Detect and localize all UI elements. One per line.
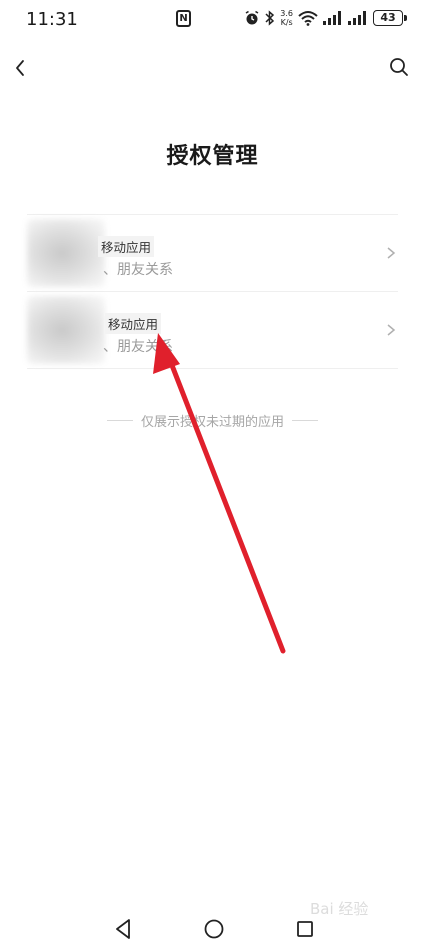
authorized-app-list: 移动应用 、朋友关系 移动应用 、朋友关系 bbox=[27, 214, 398, 369]
divider-line bbox=[106, 420, 133, 421]
search-icon[interactable] bbox=[385, 53, 413, 81]
chevron-right-icon bbox=[387, 324, 396, 336]
app-name: 移动应用 bbox=[105, 313, 162, 334]
signal-icon-2 bbox=[348, 11, 366, 25]
wifi-icon bbox=[298, 11, 318, 26]
nfc-icon: N bbox=[176, 10, 191, 27]
chevron-right-icon bbox=[387, 247, 396, 259]
status-icons: 3.6 K/s 43 bbox=[244, 9, 407, 27]
watermark: Bai 经验 bbox=[310, 900, 369, 918]
app-scope: 、朋友关系 bbox=[103, 339, 173, 355]
footer-note: 仅展示授权未过期的应用 bbox=[0, 411, 425, 430]
network-speed-value: 3.6 bbox=[280, 9, 293, 18]
status-time: 11:31 bbox=[26, 9, 78, 30]
top-nav bbox=[0, 48, 425, 88]
signal-icon-1 bbox=[323, 11, 341, 25]
footer-note-text: 仅展示授权未过期的应用 bbox=[140, 415, 284, 430]
network-speed: 3.6 K/s bbox=[280, 9, 293, 27]
divider-line bbox=[292, 420, 318, 421]
square-recent-icon[interactable] bbox=[295, 919, 315, 939]
battery-icon: 43 bbox=[373, 10, 407, 26]
app-logo bbox=[27, 296, 105, 364]
app-scope: 、朋友关系 bbox=[103, 262, 173, 278]
circle-home-icon[interactable] bbox=[202, 917, 226, 941]
app-name: 移动应用 bbox=[98, 236, 155, 257]
page-title: 授权管理 bbox=[166, 144, 259, 169]
alarm-icon bbox=[245, 10, 259, 25]
triangle-back-icon[interactable] bbox=[112, 916, 134, 942]
status-bar: 11:31 N 3.6 K/s 43 bbox=[0, 0, 425, 40]
bluetooth-icon bbox=[265, 10, 275, 26]
app-list-item[interactable]: 移动应用 、朋友关系 bbox=[27, 292, 398, 369]
network-speed-unit: K/s bbox=[280, 18, 293, 27]
back-icon[interactable] bbox=[8, 54, 36, 82]
app-logo bbox=[27, 219, 105, 287]
app-list-item[interactable]: 移动应用 、朋友关系 bbox=[27, 215, 398, 292]
